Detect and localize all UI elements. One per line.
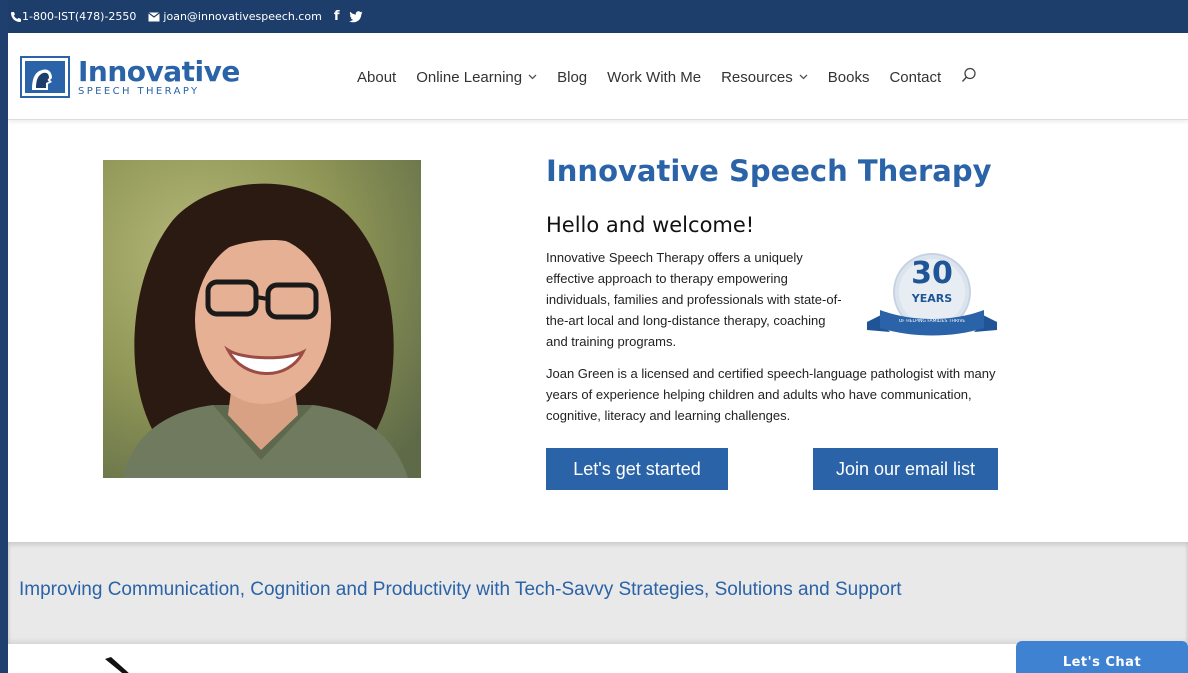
logo-subtitle: SPEECH THERAPY xyxy=(78,85,200,97)
tagline-banner: Improving Communication, Cognition and P… xyxy=(8,542,1188,644)
nav-label: Resources xyxy=(721,68,793,86)
logo-title: Innovative xyxy=(78,54,240,88)
page: 1-800-IST(478)-2550 joan@innovativespeec… xyxy=(8,0,1188,673)
phone-link[interactable]: 1-800-IST(478)-2550 xyxy=(10,10,136,23)
badge-ribbon-text: OF HELPING FAMILIES THRIVE xyxy=(898,319,966,324)
thirty-years-badge: 30 YEARS OF HELPING FAMILIES THRIVE xyxy=(862,250,1002,340)
nav-item-blog[interactable]: Blog xyxy=(557,69,587,86)
welcome-heading: Hello and welcome! xyxy=(546,213,755,237)
phone-number: 1-800-IST(478)-2550 xyxy=(22,10,137,23)
tagline-text: Improving Communication, Cognition and P… xyxy=(19,579,902,600)
email-list-button[interactable]: Join our email list xyxy=(813,448,998,490)
nav-label: Blog xyxy=(557,68,588,86)
nav-item-books[interactable]: Books xyxy=(828,69,870,86)
chat-widget-button[interactable]: Let's Chat xyxy=(1016,641,1188,673)
phone-icon xyxy=(11,11,21,22)
portrait-photo xyxy=(103,160,421,478)
nav-item-contact[interactable]: Contact xyxy=(889,69,941,86)
top-bar: 1-800-IST(478)-2550 joan@innovativespeec… xyxy=(8,0,1188,33)
badge-number: 30 xyxy=(911,256,953,291)
pen-icon xyxy=(105,657,129,673)
badge-label: YEARS xyxy=(911,292,953,305)
email-address: joan@innovativespeech.com xyxy=(163,10,322,23)
hero-title: Innovative Speech Therapy xyxy=(546,154,992,188)
search-icon[interactable] xyxy=(961,67,977,87)
chevron-down-icon xyxy=(528,74,537,80)
main-nav: About Online Learning Blog Work With Me … xyxy=(357,67,977,87)
nav-label: Online Learning xyxy=(416,68,523,86)
nav-item-about[interactable]: About xyxy=(357,69,396,86)
bio-paragraph: Joan Green is a licensed and certified s… xyxy=(546,366,996,423)
site-header: Innovative SPEECH THERAPY About Online L… xyxy=(8,33,1188,120)
email-link[interactable]: joan@innovativespeech.com xyxy=(148,10,322,23)
site-logo[interactable]: Innovative SPEECH THERAPY xyxy=(20,55,240,99)
facebook-icon[interactable]: f xyxy=(334,9,340,24)
mail-icon xyxy=(148,11,161,21)
twitter-icon[interactable] xyxy=(349,10,363,23)
nav-item-online-learning[interactable]: Online Learning xyxy=(416,69,537,86)
get-started-button[interactable]: Let's get started xyxy=(546,448,728,490)
nav-label: Work With Me xyxy=(607,68,702,86)
nav-item-resources[interactable]: Resources xyxy=(721,69,808,86)
nav-label: Contact xyxy=(889,68,942,86)
nav-item-work-with-me[interactable]: Work With Me xyxy=(607,69,701,86)
nav-label: About xyxy=(357,68,397,86)
logo-mark-icon xyxy=(20,56,70,98)
chevron-down-icon xyxy=(799,74,808,80)
nav-label: Books xyxy=(827,68,870,86)
intro-paragraph: Innovative Speech Therapy offers a uniqu… xyxy=(546,250,842,349)
